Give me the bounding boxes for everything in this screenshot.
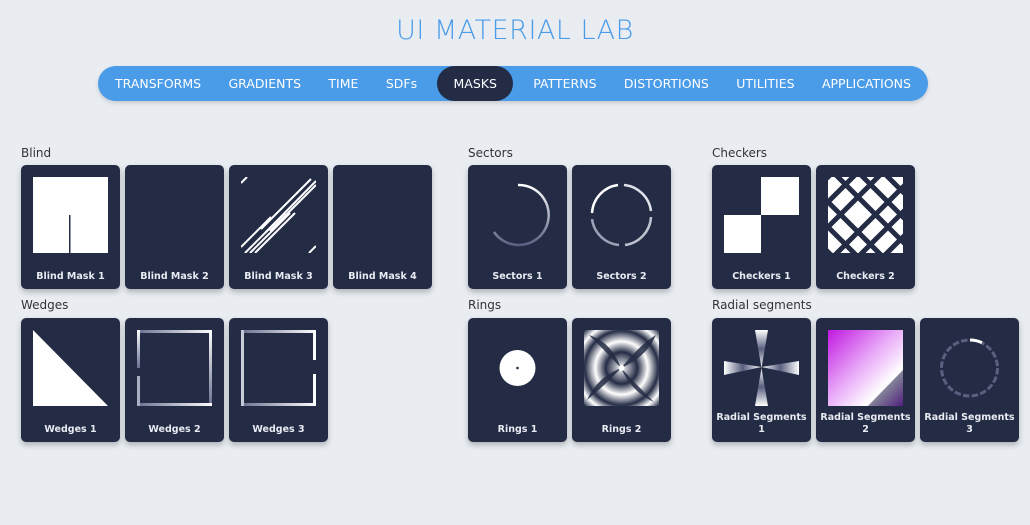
card-label: Blind Mask 1 xyxy=(36,271,105,282)
tab-utilities[interactable]: UTILITIES xyxy=(729,66,801,101)
card-label: Radial Segments 2 xyxy=(820,412,911,435)
tab-sdfs[interactable]: SDFs xyxy=(379,66,424,101)
card-blind-mask-3[interactable]: Blind Mask 3 xyxy=(229,165,328,289)
card-label: Rings 2 xyxy=(601,424,642,435)
group-label-rings: Rings xyxy=(468,298,502,312)
card-label: Checkers 2 xyxy=(836,271,895,282)
main-nav: TRANSFORMS GRADIENTS TIME SDFs MASKS PAT… xyxy=(98,66,928,101)
tab-time[interactable]: TIME xyxy=(321,66,365,101)
wedges-3-preview xyxy=(241,330,316,406)
wedges-2-preview xyxy=(137,330,212,406)
card-label: Blind Mask 3 xyxy=(244,271,313,282)
card-checkers-1[interactable]: Checkers 1 xyxy=(712,165,811,289)
blind-mask-1-preview xyxy=(33,177,108,253)
rings-1-preview xyxy=(499,350,536,386)
tab-masks[interactable]: MASKS xyxy=(437,66,513,101)
card-label: Wedges 1 xyxy=(44,424,97,435)
card-label: Sectors 1 xyxy=(492,271,543,282)
card-label: Checkers 1 xyxy=(732,271,791,282)
radial-segments-1-preview xyxy=(724,330,799,406)
sectors-1-preview xyxy=(492,183,550,247)
sectors-2-preview xyxy=(590,183,653,247)
card-label: Blind Mask 2 xyxy=(140,271,209,282)
card-label: Wedges 3 xyxy=(252,424,305,435)
card-rings-2[interactable]: Rings 2 xyxy=(572,318,671,442)
card-label: Wedges 2 xyxy=(148,424,201,435)
group-label-radial-segments: Radial segments xyxy=(712,298,812,312)
group-label-sectors: Sectors xyxy=(468,146,513,160)
card-label: Radial Segments 1 xyxy=(716,412,807,435)
card-blind-mask-2[interactable]: Blind Mask 2 xyxy=(125,165,224,289)
checkers-2-preview xyxy=(828,177,903,253)
group-label-wedges: Wedges xyxy=(21,298,69,312)
tab-transforms[interactable]: TRANSFORMS xyxy=(108,66,208,101)
radial-segments-3-preview xyxy=(940,338,999,398)
card-checkers-2[interactable]: Checkers 2 xyxy=(816,165,915,289)
checkers-1-preview xyxy=(724,177,799,253)
card-radial-segments-3[interactable]: Radial Segments 3 xyxy=(920,318,1019,442)
card-radial-segments-1[interactable]: Radial Segments 1 xyxy=(712,318,811,442)
blind-mask-3-preview xyxy=(241,177,316,253)
blind-mask-4-preview xyxy=(345,177,420,253)
card-wedges-1[interactable]: Wedges 1 xyxy=(21,318,120,442)
card-wedges-2[interactable]: Wedges 2 xyxy=(125,318,224,442)
blind-mask-2-preview xyxy=(137,177,212,253)
tab-patterns[interactable]: PATTERNS xyxy=(526,66,603,101)
card-sectors-1[interactable]: Sectors 1 xyxy=(468,165,567,289)
card-radial-segments-2[interactable]: Radial Segments 2 xyxy=(816,318,915,442)
radial-segments-2-preview xyxy=(828,330,903,406)
tab-distortions[interactable]: DISTORTIONS xyxy=(617,66,716,101)
page-title: UI MATERIAL LAB xyxy=(396,15,634,46)
card-label: Blind Mask 4 xyxy=(348,271,417,282)
tab-applications[interactable]: APPLICATIONS xyxy=(815,66,918,101)
card-label: Radial Segments 3 xyxy=(924,412,1015,435)
card-sectors-2[interactable]: Sectors 2 xyxy=(572,165,671,289)
group-label-checkers: Checkers xyxy=(712,146,768,160)
card-label: Rings 1 xyxy=(497,424,538,435)
group-label-blind: Blind xyxy=(21,146,52,160)
wedges-1-preview xyxy=(33,330,108,406)
card-blind-mask-1[interactable]: Blind Mask 1 xyxy=(21,165,120,289)
tab-gradients[interactable]: GRADIENTS xyxy=(221,66,308,101)
rings-2-preview xyxy=(584,330,659,406)
card-rings-1[interactable]: Rings 1 xyxy=(468,318,567,442)
card-label: Sectors 2 xyxy=(596,271,647,282)
card-blind-mask-4[interactable]: Blind Mask 4 xyxy=(333,165,432,289)
card-wedges-3[interactable]: Wedges 3 xyxy=(229,318,328,442)
